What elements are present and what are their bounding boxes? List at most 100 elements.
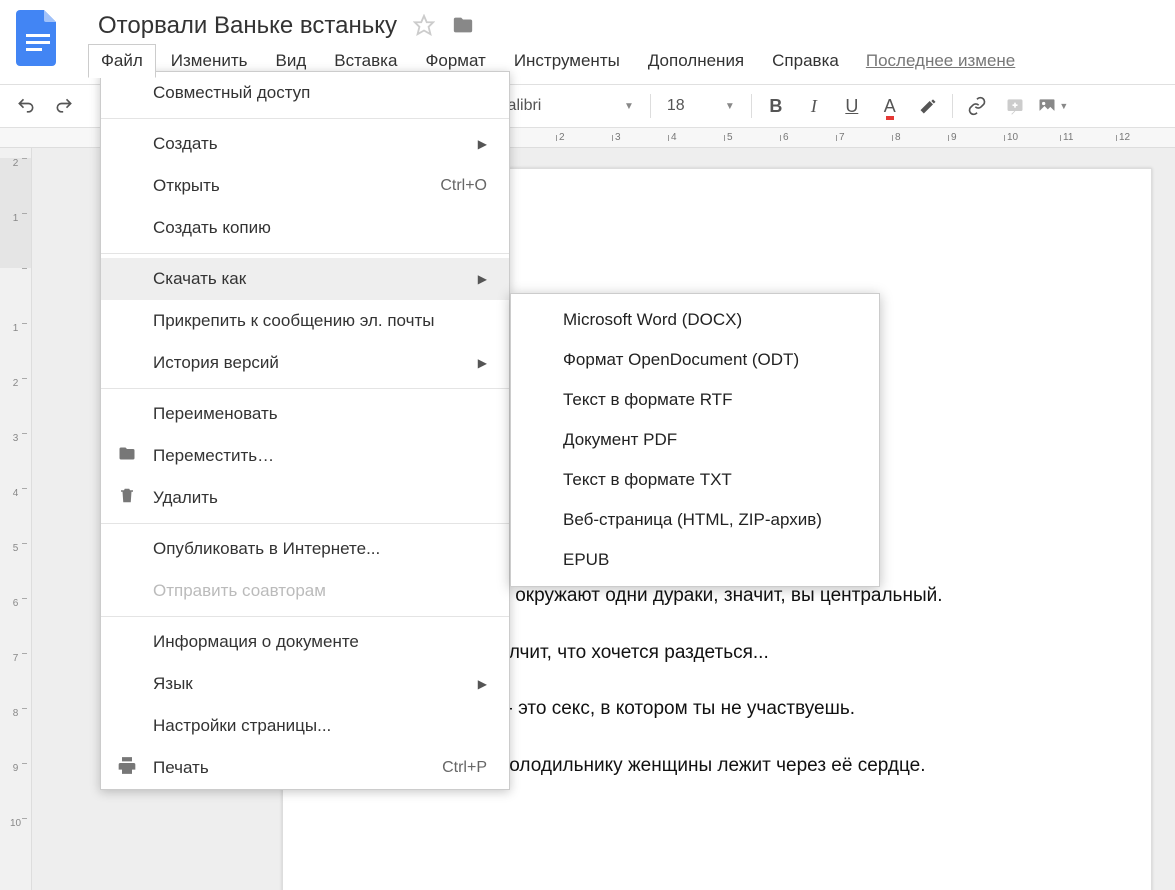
move-folder-icon[interactable] <box>451 14 475 39</box>
menu-label: Формат OpenDocument (ODT) <box>563 350 799 370</box>
menu-language[interactable]: Язык ▶ <box>101 663 509 705</box>
menu-open[interactable]: Открыть Ctrl+O <box>101 165 509 207</box>
ruler-tick: 9 <box>0 763 31 818</box>
download-as-submenu: Microsoft Word (DOCX) Формат OpenDocumen… <box>510 293 880 587</box>
menu-addons[interactable]: Дополнения <box>635 44 757 78</box>
vertical-ruler[interactable]: 2 1 1 2 3 4 5 6 7 8 9 10 <box>0 148 32 890</box>
font-size-select[interactable]: 18 ▼ <box>657 97 745 115</box>
print-icon <box>115 756 139 781</box>
menu-print[interactable]: Печать Ctrl+P <box>101 747 509 789</box>
caret-down-icon: ▼ <box>624 101 634 112</box>
menu-label: Настройки страницы... <box>153 716 331 736</box>
menu-label: Текст в формате TXT <box>563 470 732 490</box>
menu-separator <box>101 523 509 524</box>
document-line[interactable]: зврат - это секс, в котором ты не участв… <box>453 695 961 724</box>
redo-button[interactable] <box>46 89 82 123</box>
file-menu-dropdown: Совместный доступ Создать ▶ Открыть Ctrl… <box>100 71 510 790</box>
menu-delete[interactable]: Удалить <box>101 477 509 519</box>
ruler-tick: 4 <box>668 132 724 143</box>
ruler-tick: 10 <box>1004 132 1060 143</box>
undo-button[interactable] <box>8 89 44 123</box>
ruler-tick: 1 <box>0 323 31 378</box>
submenu-arrow-icon: ▶ <box>478 677 487 691</box>
docs-file-icon <box>16 10 60 66</box>
menu-email-attachment[interactable]: Прикрепить к сообщению эл. почты <box>101 300 509 342</box>
ruler-tick: 2 <box>0 378 31 433</box>
document-title[interactable]: Оторвали Ваньке встаньку <box>98 12 397 40</box>
menu-version-history[interactable]: История версий ▶ <box>101 342 509 384</box>
shortcut-label: Ctrl+P <box>442 759 487 777</box>
ruler-tick: 11 <box>1060 132 1116 143</box>
submenu-arrow-icon: ▶ <box>478 272 487 286</box>
highlight-button[interactable] <box>910 89 946 123</box>
star-icon[interactable] <box>413 14 435 39</box>
menu-separator <box>101 388 509 389</box>
ruler-tick: 9 <box>948 132 1004 143</box>
bold-button[interactable]: B <box>758 89 794 123</box>
menu-page-setup[interactable]: Настройки страницы... <box>101 705 509 747</box>
ruler-tick: 8 <box>0 708 31 763</box>
text-color-button[interactable]: A <box>872 89 908 123</box>
menu-label: Информация о документе <box>153 632 359 652</box>
italic-button[interactable]: I <box>796 89 832 123</box>
ruler-tick: 12 <box>1116 132 1172 143</box>
insert-link-button[interactable] <box>959 89 995 123</box>
ruler-tick: 4 <box>0 488 31 543</box>
insert-image-button[interactable]: ▼ <box>1035 89 1071 123</box>
menu-move[interactable]: Переместить… <box>101 435 509 477</box>
menu-label: История версий <box>153 353 279 373</box>
download-html[interactable]: Веб-страница (HTML, ZIP-архив) <box>511 500 879 540</box>
last-edit-link[interactable]: Последнее измене <box>866 51 1015 71</box>
ruler-tick: 2 <box>556 132 612 143</box>
insert-comment-button[interactable] <box>997 89 1033 123</box>
trash-icon <box>115 486 139 511</box>
menu-rename[interactable]: Переименовать <box>101 393 509 435</box>
document-line[interactable]: так молчит, что хочется раздеться... <box>453 639 961 668</box>
folder-icon <box>115 445 139 468</box>
underline-button[interactable]: U <box>834 89 870 123</box>
menu-file[interactable]: Файл <box>88 44 156 78</box>
menu-create[interactable]: Создать ▶ <box>101 123 509 165</box>
menu-separator <box>101 253 509 254</box>
menu-label: Переместить… <box>153 446 274 466</box>
menu-send-coauthors: Отправить соавторам <box>101 570 509 612</box>
menu-label: Опубликовать в Интернете... <box>153 539 380 559</box>
menu-label: Создать <box>153 134 218 154</box>
menu-label: Microsoft Word (DOCX) <box>563 310 742 330</box>
menu-download-as[interactable]: Скачать как ▶ <box>101 258 509 300</box>
download-pdf[interactable]: Документ PDF <box>511 420 879 460</box>
menu-publish[interactable]: Опубликовать в Интернете... <box>101 528 509 570</box>
font-name-label: Calibri <box>496 97 596 115</box>
font-size-label: 18 <box>667 97 697 115</box>
ruler-tick <box>0 268 31 323</box>
menu-separator <box>101 616 509 617</box>
menu-help[interactable]: Справка <box>759 44 852 78</box>
menu-label: Удалить <box>153 488 218 508</box>
download-epub[interactable]: EPUB <box>511 540 879 580</box>
download-odt[interactable]: Формат OpenDocument (ODT) <box>511 340 879 380</box>
caret-down-icon: ▼ <box>725 101 735 112</box>
ruler-tick: 10 <box>0 818 31 873</box>
menu-tools[interactable]: Инструменты <box>501 44 633 78</box>
docs-logo[interactable] <box>8 8 68 68</box>
download-rtf[interactable]: Текст в формате RTF <box>511 380 879 420</box>
download-txt[interactable]: Текст в формате TXT <box>511 460 879 500</box>
document-line[interactable]: уть к холодильнику женщины лежит через е… <box>453 752 961 781</box>
menu-doc-info[interactable]: Информация о документе <box>101 621 509 663</box>
ruler-tick: 8 <box>892 132 948 143</box>
menu-label: Открыть <box>153 176 220 196</box>
submenu-arrow-icon: ▶ <box>478 137 487 151</box>
menu-label: Прикрепить к сообщению эл. почты <box>153 311 435 331</box>
menu-label: Веб-страница (HTML, ZIP-архив) <box>563 510 822 530</box>
menu-label: Язык <box>153 674 193 694</box>
menu-label: Совместный доступ <box>153 83 310 103</box>
menu-label: Переименовать <box>153 404 278 424</box>
toolbar-separator <box>751 94 752 118</box>
menu-share[interactable]: Совместный доступ <box>101 72 509 114</box>
download-docx[interactable]: Microsoft Word (DOCX) <box>511 300 879 340</box>
menu-separator <box>101 118 509 119</box>
menu-make-copy[interactable]: Создать копию <box>101 207 509 249</box>
ruler-tick: 6 <box>780 132 836 143</box>
ruler-tick: 3 <box>612 132 668 143</box>
menu-label: Отправить соавторам <box>153 581 326 601</box>
